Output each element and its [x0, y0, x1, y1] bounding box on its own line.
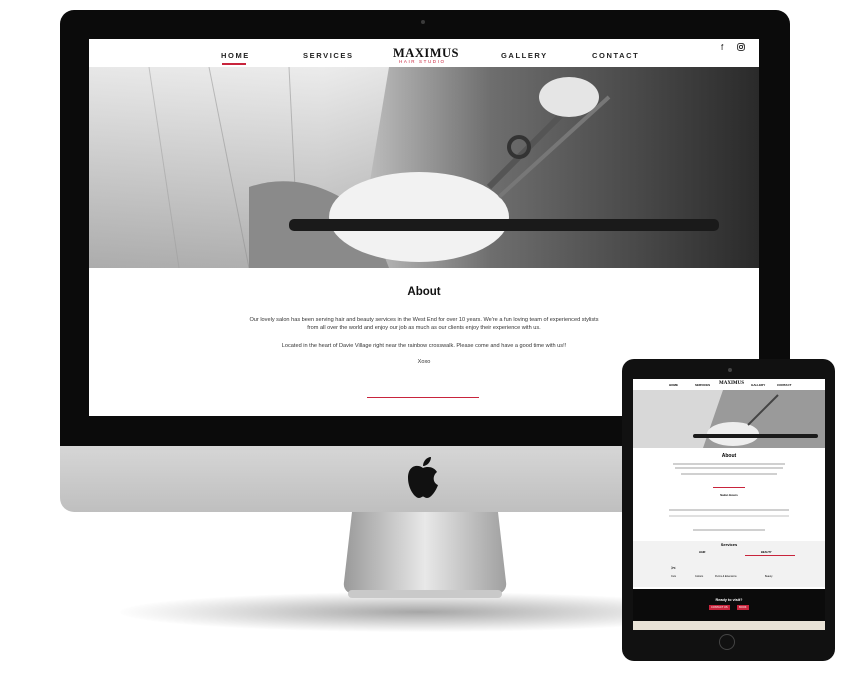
tablet-nav-home[interactable]: HOME [669, 383, 678, 387]
imac-stand [343, 512, 507, 598]
tablet-service-colours: Colours [695, 575, 704, 578]
tablet-tab-hair[interactable]: HAIR [699, 551, 705, 554]
tablet-hero-image [633, 390, 825, 448]
tablet-service-cuts: Cuts [671, 575, 676, 578]
tablet-nav-services[interactable]: SERVICES [695, 383, 710, 387]
instagram-icon[interactable] [737, 43, 745, 51]
tablet-service-perms: Perms & Extensions [715, 575, 737, 578]
about-title: About [407, 286, 441, 298]
nav-home[interactable]: HOME [221, 51, 250, 60]
hero-image [89, 67, 759, 268]
tablet-services-section [633, 541, 825, 587]
tablet-home-button [719, 634, 735, 650]
tablet-nav-contact[interactable]: CONTACT [777, 383, 791, 387]
about-paragraph-2: Located in the heart of Davie Village ri… [281, 343, 567, 349]
nav-gallery[interactable]: GALLERY [501, 51, 548, 60]
scissors-icon: ✂ [671, 566, 677, 572]
tablet-logo[interactable]: MAXIMUS [719, 381, 744, 386]
tablet-book-button[interactable]: BOOK [737, 605, 749, 610]
nav-contact[interactable]: CONTACT [592, 51, 639, 60]
nav-active-underline [222, 63, 246, 65]
site-logo-tagline: HAIR STUDIO [399, 59, 446, 64]
site-nav: HOME SERVICES MAXIMUS HAIR STUDIO GALLER… [89, 39, 759, 67]
tablet-tab-beauty[interactable]: BEAUTY [761, 551, 772, 554]
tablet-hours-title: Salon Hours [720, 493, 738, 497]
tablet-contact-button[interactable]: CONTACT US [709, 605, 730, 610]
about-divider [367, 397, 479, 398]
nav-services[interactable]: SERVICES [303, 51, 354, 60]
about-paragraph-1: Our lovely salon has been serving hair a… [249, 317, 599, 331]
tablet-nav-gallery[interactable]: GALLERY [751, 383, 765, 387]
tablet-about-title: About [721, 453, 737, 459]
facebook-icon[interactable]: f [721, 43, 723, 52]
apple-logo-icon [408, 457, 438, 498]
tablet-cta-title: Ready to visit? [715, 598, 743, 602]
tablet-map [633, 621, 825, 630]
tablet-service-beauty: Beauty [765, 575, 773, 578]
about-signoff: Xoxo [417, 359, 431, 365]
tablet-services-title: Services [720, 542, 738, 547]
tablet-screen: HOME SERVICES MAXIMUS GALLERY CONTACT Ab… [633, 379, 825, 630]
imac-camera [421, 20, 425, 24]
tablet-camera [728, 368, 732, 372]
